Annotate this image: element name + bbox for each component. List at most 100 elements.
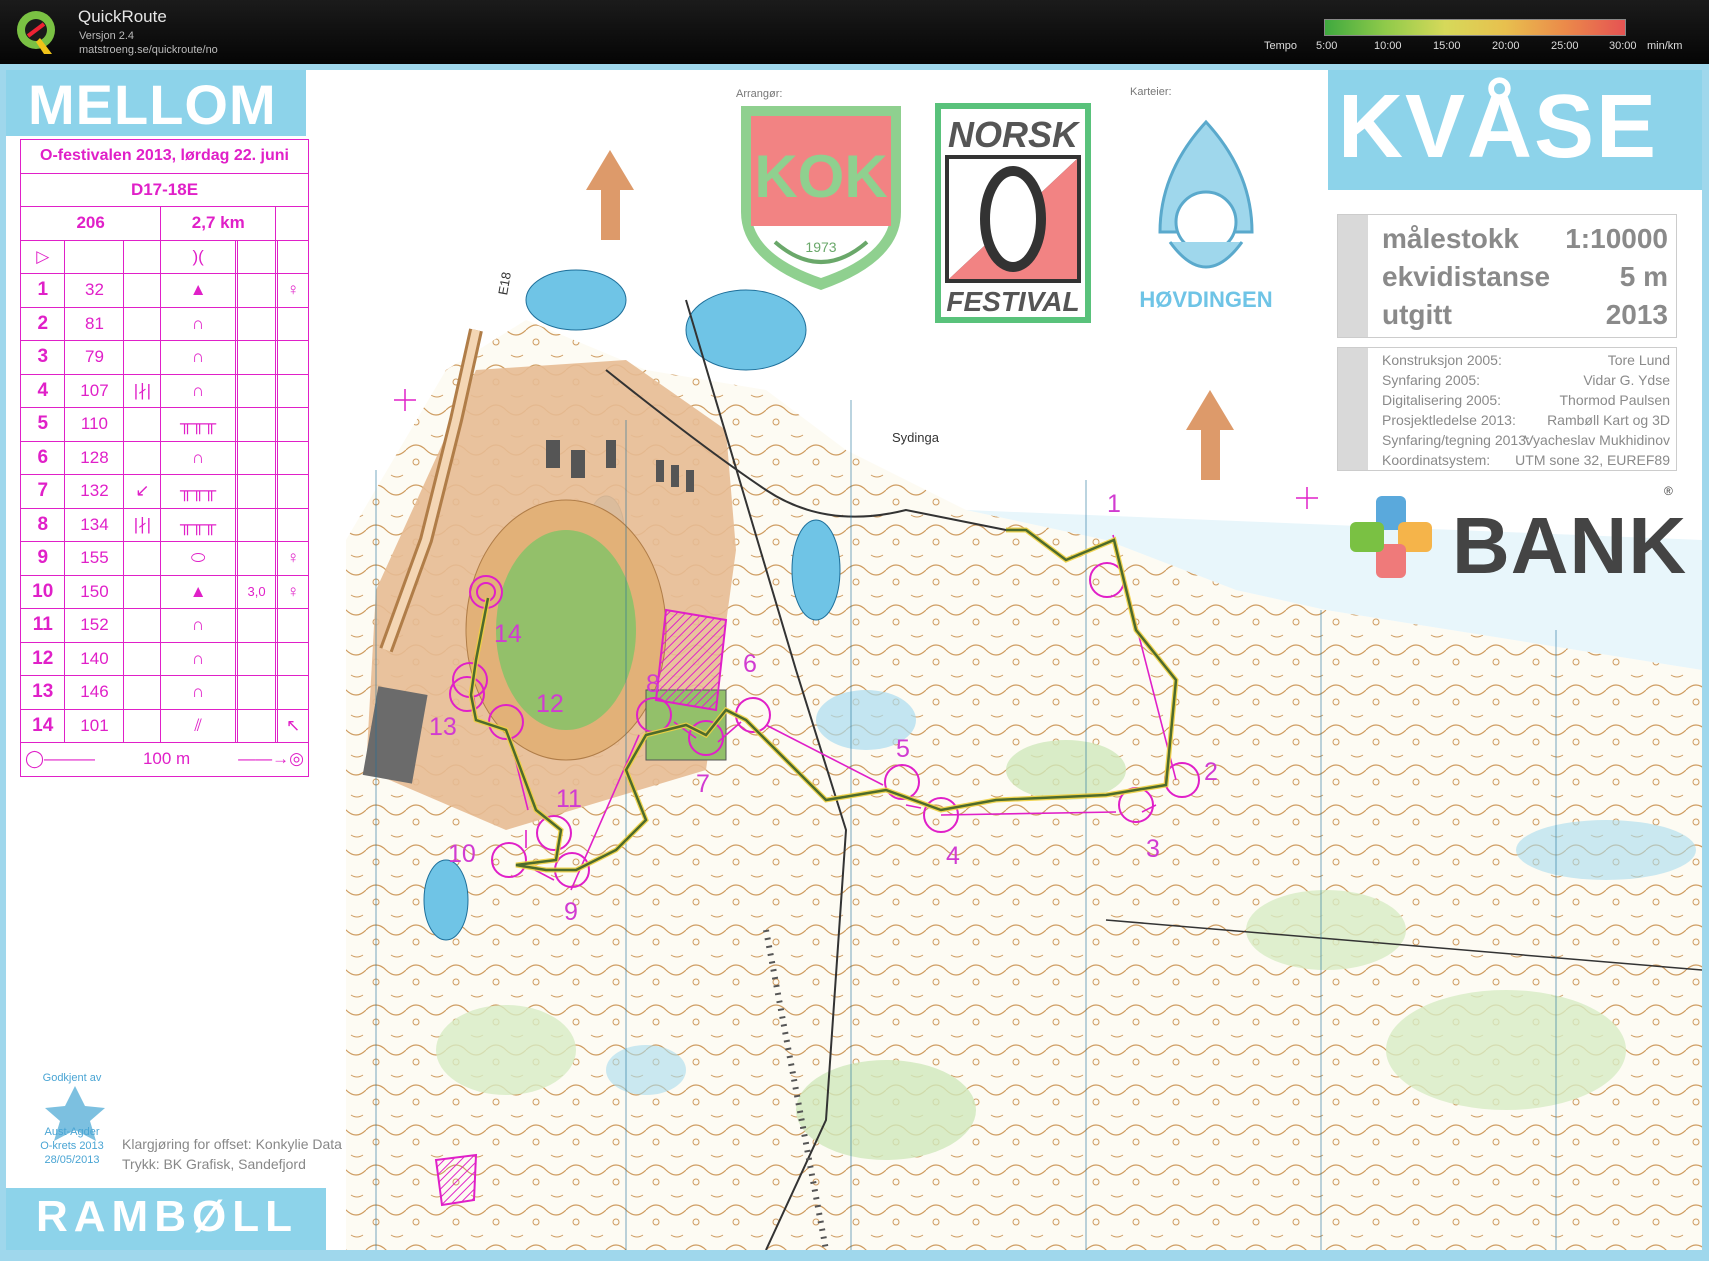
control-number: 12 [536, 690, 564, 718]
control-code-cell: 152 [64, 608, 125, 643]
finish-circle-icon: ◯——— [25, 749, 96, 769]
empty-cell [236, 239, 277, 274]
dimension-cell [236, 708, 277, 743]
approval-text: O-krets 2013 [40, 1140, 104, 1152]
tempo-label: Tempo [1264, 40, 1298, 52]
scale-label: målestokk [1382, 223, 1519, 254]
tempo-tick: 5:00 [1316, 40, 1338, 52]
control-number-cell: 6 [19, 440, 66, 475]
empty-cell [64, 239, 125, 274]
contour-value: 5 m [1619, 261, 1668, 292]
control-number-cell: 7 [19, 474, 66, 509]
approval-text: 28/05/2013 [44, 1154, 100, 1166]
extra-symbol-cell [123, 306, 162, 341]
dimension-cell [236, 507, 277, 542]
control-number-cell: 4 [19, 373, 66, 408]
extra-symbol-cell [123, 708, 162, 743]
control-number: 7 [696, 770, 710, 798]
credit-key: Digitalisering 2005: [1382, 392, 1502, 408]
extra-symbol-cell [123, 608, 162, 643]
control-number: 5 [896, 735, 910, 763]
extra-symbol-cell: |∤| [123, 507, 162, 542]
feature-symbol-cell: ∩ [160, 373, 236, 408]
app-url[interactable]: matstroeng.se/quickroute/no [79, 44, 218, 56]
control-number: 13 [429, 713, 457, 741]
dimension-cell [236, 407, 277, 442]
info-symbol-cell: ♀ [277, 273, 309, 308]
dimension-cell [236, 608, 277, 643]
control-code-cell: 101 [64, 708, 125, 743]
dimension-cell [236, 373, 277, 408]
norsk-text: NORSK [948, 114, 1081, 155]
extra-symbol-cell [123, 574, 162, 609]
control-row: 8 134 |∤| ╥╥╥ [19, 507, 309, 542]
feature-symbol-cell: ∩ [160, 675, 236, 710]
ramboll-logo-box: RAMBØLL [6, 1188, 326, 1250]
info-stripe [1338, 215, 1368, 337]
credit-key: Konstruksjon 2005: [1382, 352, 1502, 368]
published-label: utgitt [1382, 299, 1452, 330]
control-row: 10 150 ▲ 3,0 ♀ [19, 574, 309, 609]
tempo-tick: 30:00 [1609, 40, 1637, 52]
credit-value: Thormod Paulsen [1559, 392, 1670, 408]
feature-symbol-cell: ▲ [160, 574, 236, 609]
control-row: 13 146 ∩ [19, 675, 309, 710]
extra-symbol-cell [123, 675, 162, 710]
extra-symbol-cell [123, 641, 162, 676]
event-name: O-festivalen 2013, lørdag 22. juni [20, 139, 309, 174]
extra-symbol-cell [123, 273, 162, 308]
app-name: QuickRoute [78, 7, 167, 26]
empty-cell [275, 206, 309, 241]
dimension-cell [236, 474, 277, 509]
quickroute-logo-icon [17, 11, 55, 54]
start-feature-icon: )( [160, 239, 236, 274]
feature-symbol-cell: ∩ [160, 440, 236, 475]
control-number: 9 [564, 898, 578, 926]
extra-symbol-cell: |∤| [123, 373, 162, 408]
approval-text: Aust-Agder [44, 1126, 100, 1138]
control-number: 3 [1146, 835, 1160, 863]
control-code-cell: 32 [64, 273, 125, 308]
course-class: D17-18E [20, 172, 309, 207]
extra-symbol-cell [123, 340, 162, 375]
info-symbol-cell [277, 675, 309, 710]
tempo-tick: 20:00 [1492, 40, 1520, 52]
control-code-cell: 81 [64, 306, 125, 341]
kok-text: KOK [754, 143, 887, 210]
credit-value: Vidar G. Ydse [1583, 372, 1670, 388]
info-symbol-cell [277, 608, 309, 643]
info-symbol-cell: ♀ [277, 574, 309, 609]
extra-symbol-cell [123, 407, 162, 442]
kok-year: 1973 [805, 239, 836, 255]
approval-text: Godkjent av [42, 1072, 102, 1084]
control-number: 1 [1107, 490, 1121, 518]
contour-label: ekvidistanse [1382, 261, 1551, 292]
start-triangle-icon: ▷ [19, 239, 66, 274]
dimension-cell [236, 273, 277, 308]
credit-key: Koordinatsystem: [1382, 452, 1491, 468]
feature-symbol-cell: ╥╥╥ [160, 474, 236, 509]
feature-symbol-cell: ╥╥╥ [160, 407, 236, 442]
bank-cross-icon [1350, 496, 1432, 578]
norsk-o-festival-logo-icon: NORSK FESTIVAL [935, 103, 1091, 323]
owner-label: Karteier: [1130, 86, 1172, 98]
finish-double-circle-icon: ——→◎ [238, 749, 304, 769]
feature-symbol-cell: ∩ [160, 641, 236, 676]
info-symbol-cell [277, 440, 309, 475]
dimension-cell [236, 440, 277, 475]
info-symbol-cell [277, 507, 309, 542]
feature-symbol-cell: ∩ [160, 608, 236, 643]
map-info-box: målestokk 1:10000 ekvidistanse 5 m utgit… [1337, 214, 1677, 338]
control-number: 4 [946, 842, 960, 870]
control-row: 9 155 ⬭ ♀ [19, 541, 309, 576]
organizer-label: Arrangør: [736, 88, 783, 100]
credit-value: Rambøll Kart og 3D [1547, 412, 1670, 428]
class-header: MELLOM [6, 70, 306, 136]
info-symbol-cell: ♀ [277, 541, 309, 576]
credit-value: Tore Lund [1607, 352, 1670, 368]
control-number-cell: 9 [19, 541, 66, 576]
control-number: 2 [1204, 758, 1218, 786]
control-code-cell: 155 [64, 541, 125, 576]
control-code-cell: 134 [64, 507, 125, 542]
tempo-tick: 10:00 [1374, 40, 1402, 52]
